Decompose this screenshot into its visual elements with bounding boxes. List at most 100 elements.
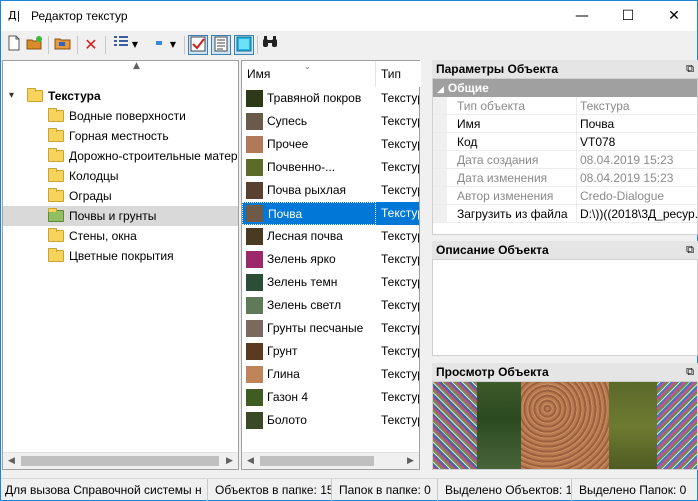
list-item[interactable]: Лесная почваТекстур	[242, 225, 419, 248]
preview-icon[interactable]	[234, 35, 254, 55]
tree-item-label: Горная местность	[69, 129, 169, 143]
minimize-button[interactable]: —	[559, 1, 605, 31]
texture-thumbnail	[246, 251, 263, 268]
property-row[interactable]: Загрузить из файла D:\))((2018\3Д_ресур..…	[433, 205, 697, 223]
view-list-icon[interactable]	[111, 35, 131, 55]
list-item-type: Текстур	[381, 413, 419, 427]
float-window-icon[interactable]: ⧉	[686, 241, 694, 259]
scroll-left-icon[interactable]: ◀	[3, 453, 20, 469]
column-header-type[interactable]: Тип	[376, 61, 421, 87]
texture-thumbnail	[246, 182, 263, 199]
tree-item[interactable]: Водные поверхности	[3, 106, 238, 126]
status-bar: Для вызова Справочной системы н Объектов…	[1, 478, 697, 501]
folder-tree[interactable]: ▲ ▾ Текстура Водные поверхности Горная м…	[2, 60, 239, 470]
list-item-type: Текстур	[381, 252, 419, 266]
texture-editor-window: Д| Редактор текстур — ☐ ✕ ✕ ▼ ▼ ▲ ▾ Текс…	[0, 0, 698, 501]
tree-root[interactable]: ▾ Текстура	[3, 86, 238, 106]
property-value[interactable]: VT078	[578, 133, 697, 150]
scroll-right-icon[interactable]: ▶	[221, 453, 238, 469]
list-item[interactable]: ГрунтТекстур	[242, 340, 419, 363]
list-item[interactable]: ПрочееТекстур	[242, 133, 419, 156]
tree-item-label: Почвы и грунты	[69, 209, 157, 223]
property-value: 08.04.2019 15:23	[580, 171, 674, 185]
list-horizontal-scrollbar[interactable]: ◀ ▶	[242, 452, 419, 469]
texture-thumbnail	[246, 297, 263, 314]
find-icon[interactable]	[260, 35, 280, 55]
tree-item[interactable]: Горная местность	[3, 126, 238, 146]
column-header-name[interactable]: Имя ⌄	[242, 61, 376, 87]
texture-thumbnail	[246, 113, 263, 130]
list-item-type: Текстур	[381, 321, 419, 335]
property-value[interactable]: Почва	[578, 115, 697, 132]
list-item-type: Текстур	[381, 275, 419, 289]
list-item[interactable]: Зелень темнТекстур	[242, 271, 419, 294]
texture-thumbnail	[246, 205, 263, 222]
texture-list[interactable]: Имя ⌄ Тип Травяной покровТекстурСупесьТе…	[241, 60, 421, 470]
scroll-thumb[interactable]	[260, 456, 374, 466]
list-item[interactable]: СупесьТекстур	[242, 110, 419, 133]
description-area[interactable]	[432, 259, 698, 356]
list-item[interactable]: Зелень яркоТекстур	[242, 248, 419, 271]
preview-panel-title: Просмотр Объекта ⧉	[432, 363, 698, 381]
desc-panel-title: Описание Объекта ⧉	[432, 241, 698, 259]
new-document-icon[interactable]	[4, 35, 24, 55]
folder-icon	[48, 168, 64, 182]
property-grid[interactable]: ◢ Общие Тип объекта Текстура Имя Почва Код VT0…	[432, 78, 698, 235]
property-category[interactable]: ◢ Общие	[433, 79, 697, 97]
folder-icon	[48, 248, 64, 262]
list-item-type: Текстур	[381, 183, 419, 197]
texture-thumbnail	[246, 366, 263, 383]
list-item[interactable]: Зелень светлТекстур	[242, 294, 419, 317]
list-item[interactable]: БолотоТекстур	[242, 409, 419, 432]
chevron-down-icon[interactable]: ▼	[167, 35, 179, 55]
marker-icon[interactable]	[149, 35, 169, 55]
close-button[interactable]: ✕	[651, 1, 697, 31]
tree-item-label: Дорожно-строительные матер	[69, 149, 238, 163]
float-window-icon[interactable]: ⧉	[686, 363, 694, 381]
checkbox-icon[interactable]	[188, 35, 208, 55]
scroll-thumb[interactable]	[21, 456, 219, 466]
float-window-icon[interactable]: ⧉	[686, 60, 694, 78]
property-name: Автор изменения	[433, 187, 577, 204]
status-help: Для вызова Справочной системы н	[1, 479, 208, 501]
collapse-icon[interactable]: ▾	[9, 86, 14, 106]
property-row[interactable]: Код VT078	[433, 133, 697, 151]
list-item[interactable]: Грунты песчаныеТекстур	[242, 317, 419, 340]
title-bar: Д| Редактор текстур — ☐ ✕	[1, 1, 697, 31]
collapse-icon[interactable]: ◢	[437, 85, 444, 95]
properties-icon[interactable]	[211, 35, 231, 55]
scroll-right-icon[interactable]: ▶	[402, 453, 419, 469]
preview-panel-title-text: Просмотр Объекта	[436, 365, 549, 379]
list-item[interactable]: Газон 4Текстур	[242, 386, 419, 409]
open-folder-icon[interactable]	[53, 35, 73, 55]
list-item[interactable]: ГлинаТекстур	[242, 363, 419, 386]
scroll-left-icon[interactable]: ◀	[242, 453, 259, 469]
scroll-up-icon[interactable]: ▲	[133, 61, 140, 71]
list-item-type: Текстур	[381, 160, 419, 174]
tree-item[interactable]: Стены, окна	[3, 226, 238, 246]
preview-noise-left	[433, 382, 477, 469]
tree-item[interactable]: Цветные покрытия	[3, 246, 238, 266]
tree-item[interactable]: Ограды	[3, 186, 238, 206]
tree-item[interactable]: Дорожно-строительные матер	[3, 146, 238, 166]
preview-grass	[477, 382, 521, 469]
folder-icon	[27, 88, 43, 102]
list-item-selected[interactable]: ПочваТекстур	[242, 202, 419, 225]
list-item[interactable]: Травяной покровТекстур	[242, 87, 419, 110]
texture-thumbnail	[246, 274, 263, 291]
tree-horizontal-scrollbar[interactable]: ◀ ▶	[3, 452, 238, 469]
list-item[interactable]: Почва рыхлаяТекстур	[242, 179, 419, 202]
chevron-down-icon[interactable]: ▼	[129, 35, 141, 55]
list-item[interactable]: Почвенно-...Текстур	[242, 156, 419, 179]
new-folder-icon[interactable]	[25, 35, 45, 55]
tree-item-selected[interactable]: Почвы и грунты	[3, 206, 238, 226]
list-item-type: Текстур	[381, 367, 419, 381]
tree-item-label: Водные поверхности	[69, 109, 186, 123]
texture-thumbnail	[246, 412, 263, 429]
tree-item[interactable]: Колодцы	[3, 166, 238, 186]
property-value[interactable]: D:\))((2018\3Д_ресур...	[578, 205, 697, 222]
list-item-type: Текстур	[381, 229, 419, 243]
property-row[interactable]: Имя Почва	[433, 115, 697, 133]
delete-icon[interactable]: ✕	[81, 35, 101, 55]
maximize-button[interactable]: ☐	[605, 1, 651, 31]
